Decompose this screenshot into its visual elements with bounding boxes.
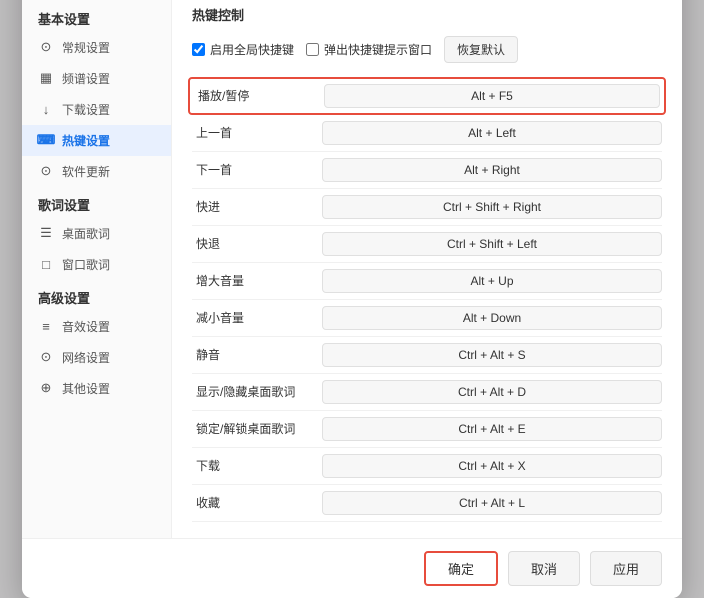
hotkey-value-fast-forward[interactable]: Ctrl + Shift + Right: [322, 195, 662, 219]
hotkey-value-show-desktop-lyrics[interactable]: Ctrl + Alt + D: [322, 380, 662, 404]
hotkey-row-volume-down: 减小音量Alt + Down: [192, 300, 662, 337]
sidebar-item-label: 热键设置: [62, 132, 110, 149]
dialog-body: 基本设置 ⊙ 常规设置 ▦ 频谱设置 ↓ 下载设置 ⌨ 热键设置 ⊙ 软件更新歌词设置 ☰ 桌面歌词 □ 窗…: [22, 0, 682, 538]
sidebar-item-desktop-lyrics[interactable]: ☰ 桌面歌词: [22, 218, 171, 249]
sidebar-item-update[interactable]: ⊙ 软件更新: [22, 156, 171, 187]
hotkey-value-play-pause[interactable]: Alt + F5: [324, 84, 660, 108]
hotkey-label-prev: 上一首: [192, 124, 322, 141]
sidebar-item-general[interactable]: ⊙ 常规设置: [22, 32, 171, 63]
hotkey-label-volume-up: 增大音量: [192, 272, 322, 289]
sidebar-item-label: 频谱设置: [62, 70, 110, 87]
hotkey-row-download: 下载Ctrl + Alt + X: [192, 448, 662, 485]
network-icon: ⊙: [38, 349, 54, 365]
hotkey-controls: 启用全局快捷键 弹出快捷键提示窗口 恢复默认: [192, 36, 662, 63]
hotkey-label-volume-down: 减小音量: [192, 309, 322, 326]
download-icon: ↓: [38, 101, 54, 117]
sidebar-item-label: 桌面歌词: [62, 225, 110, 242]
frequency-icon: ▦: [38, 70, 54, 86]
restore-default-button[interactable]: 恢复默认: [444, 36, 518, 63]
confirm-button[interactable]: 确定: [424, 551, 498, 586]
hotkey-row-next: 下一首Alt + Right: [192, 152, 662, 189]
sidebar-item-window-lyrics[interactable]: □ 窗口歌词: [22, 249, 171, 280]
hotkey-row-play-pause: 播放/暂停Alt + F5: [188, 77, 666, 115]
sidebar-item-network[interactable]: ⊙ 网络设置: [22, 342, 171, 373]
hotkey-value-download[interactable]: Ctrl + Alt + X: [322, 454, 662, 478]
sidebar-item-label: 其他设置: [62, 380, 110, 397]
hotkey-value-next[interactable]: Alt + Right: [322, 158, 662, 182]
hotkey-row-lock-desktop-lyrics: 锁定/解锁桌面歌词Ctrl + Alt + E: [192, 411, 662, 448]
sidebar-section-title: 基本设置: [22, 1, 171, 32]
sidebar-item-label: 网络设置: [62, 349, 110, 366]
hotkey-icon: ⌨: [38, 132, 54, 148]
dialog-footer: 确定 取消 应用: [22, 538, 682, 598]
sidebar-item-hotkey[interactable]: ⌨ 热键设置: [22, 125, 171, 156]
hotkey-row-mute: 静音Ctrl + Alt + S: [192, 337, 662, 374]
hotkey-value-fast-rewind[interactable]: Ctrl + Shift + Left: [322, 232, 662, 256]
hotkey-row-prev: 上一首Alt + Left: [192, 115, 662, 152]
hotkey-value-mute[interactable]: Ctrl + Alt + S: [322, 343, 662, 367]
hotkey-row-fast-forward: 快进Ctrl + Shift + Right: [192, 189, 662, 226]
sidebar-item-download[interactable]: ↓ 下载设置: [22, 94, 171, 125]
hotkey-value-favorite[interactable]: Ctrl + Alt + L: [322, 491, 662, 515]
hotkey-label-download: 下载: [192, 457, 322, 474]
sidebar-item-effects[interactable]: ≡ 音效设置: [22, 311, 171, 342]
hotkey-label-fast-rewind: 快退: [192, 235, 322, 252]
sidebar: 基本设置 ⊙ 常规设置 ▦ 频谱设置 ↓ 下载设置 ⌨ 热键设置 ⊙ 软件更新歌词设置 ☰ 桌面歌词 □ 窗…: [22, 0, 172, 538]
sidebar-item-label: 常规设置: [62, 39, 110, 56]
hotkey-label-favorite: 收藏: [192, 494, 322, 511]
hotkey-value-lock-desktop-lyrics[interactable]: Ctrl + Alt + E: [322, 417, 662, 441]
sidebar-section-title: 高级设置: [22, 280, 171, 311]
update-icon: ⊙: [38, 163, 54, 179]
apply-button[interactable]: 应用: [590, 551, 662, 586]
global-hotkey-checkbox[interactable]: 启用全局快捷键: [192, 41, 294, 58]
hotkey-value-volume-up[interactable]: Alt + Up: [322, 269, 662, 293]
effects-icon: ≡: [38, 318, 54, 334]
hotkey-value-volume-down[interactable]: Alt + Down: [322, 306, 662, 330]
global-hotkey-input[interactable]: [192, 43, 205, 56]
hotkey-label-show-desktop-lyrics: 显示/隐藏桌面歌词: [192, 383, 322, 400]
hotkey-list: 播放/暂停Alt + F5上一首Alt + Left下一首Alt + Right…: [192, 77, 662, 522]
hotkey-row-show-desktop-lyrics: 显示/隐藏桌面歌词Ctrl + Alt + D: [192, 374, 662, 411]
hotkey-label-next: 下一首: [192, 161, 322, 178]
popup-hotkey-checkbox[interactable]: 弹出快捷键提示窗口: [306, 41, 432, 58]
section-title: 热键控制: [192, 5, 662, 24]
sidebar-item-other[interactable]: ⊕ 其他设置: [22, 373, 171, 404]
content-area: 热键控制 启用全局快捷键 弹出快捷键提示窗口 恢复默认 播放/暂停Alt + F…: [172, 0, 682, 538]
other-icon: ⊕: [38, 380, 54, 396]
sidebar-item-label: 窗口歌词: [62, 256, 110, 273]
hotkey-row-fast-rewind: 快退Ctrl + Shift + Left: [192, 226, 662, 263]
sidebar-item-frequency[interactable]: ▦ 频谱设置: [22, 63, 171, 94]
hotkey-label-fast-forward: 快进: [192, 198, 322, 215]
hotkey-row-volume-up: 增大音量Alt + Up: [192, 263, 662, 300]
cancel-button[interactable]: 取消: [508, 551, 580, 586]
popup-hotkey-input[interactable]: [306, 43, 319, 56]
hotkey-value-prev[interactable]: Alt + Left: [322, 121, 662, 145]
settings-dialog: 选项设置 ✕ 基本设置⊙常规设置▦频谱设置↓下载设置⌨热键设置⊙软件更新歌词设置…: [22, 0, 682, 598]
sidebar-item-label: 音效设置: [62, 318, 110, 335]
hotkey-row-favorite: 收藏Ctrl + Alt + L: [192, 485, 662, 522]
hotkey-label-play-pause: 播放/暂停: [194, 87, 324, 104]
desktop-lyrics-icon: ☰: [38, 225, 54, 241]
sidebar-item-label: 软件更新: [62, 163, 110, 180]
sidebar-item-label: 下载设置: [62, 101, 110, 118]
window-lyrics-icon: □: [38, 256, 54, 272]
hotkey-label-mute: 静音: [192, 346, 322, 363]
sidebar-section-title: 歌词设置: [22, 187, 171, 218]
hotkey-label-lock-desktop-lyrics: 锁定/解锁桌面歌词: [192, 420, 322, 437]
general-icon: ⊙: [38, 39, 54, 55]
